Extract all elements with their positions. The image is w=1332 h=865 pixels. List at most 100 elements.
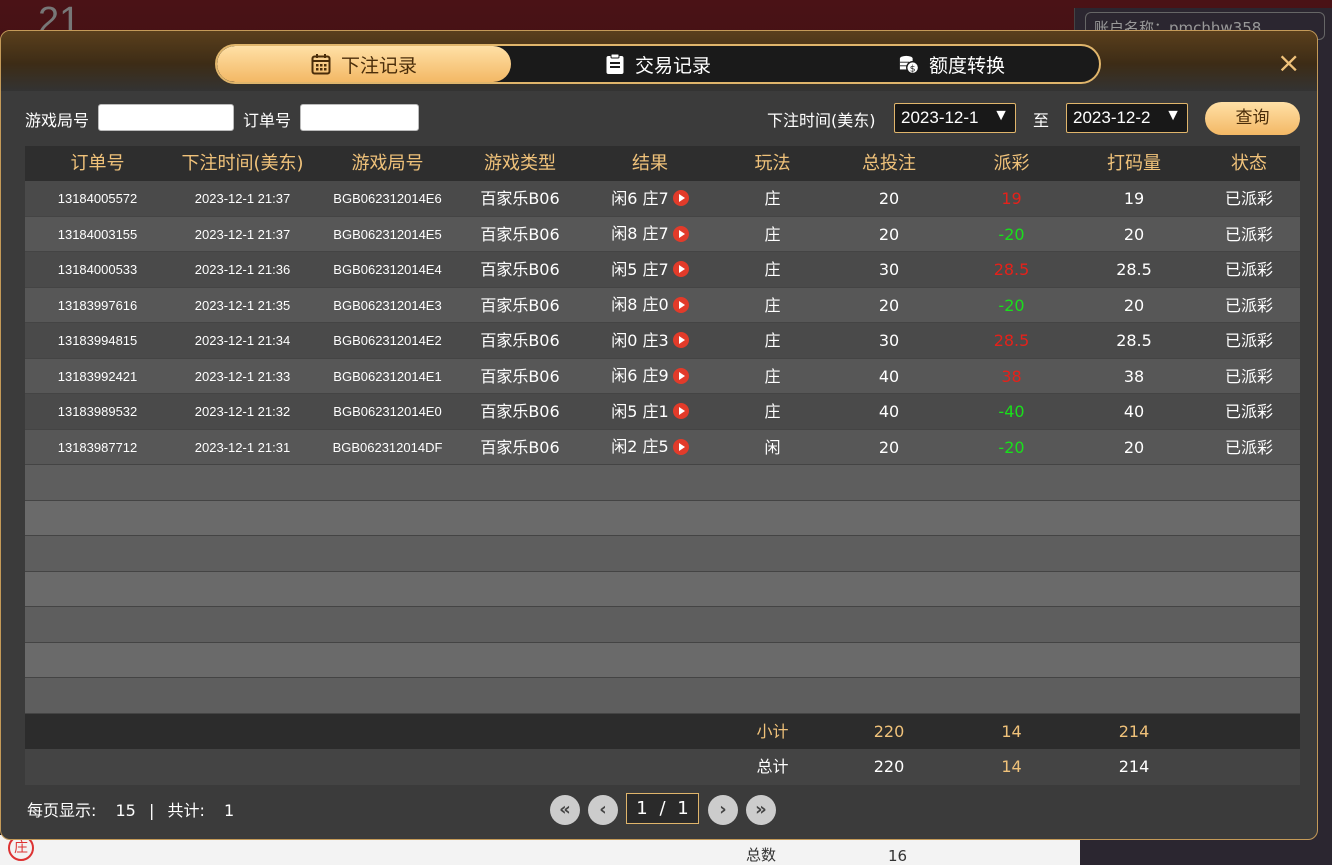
cell-time: 2023-12-1 21:37 xyxy=(194,191,291,206)
cell-status: 已派彩 xyxy=(1224,331,1273,350)
play-replay-icon[interactable] xyxy=(672,225,689,242)
cell-result[interactable]: 闲6 庄9 xyxy=(580,359,720,394)
result-text: 闲5 庄7 xyxy=(611,259,669,279)
cell-play: 庄 xyxy=(764,366,781,386)
empty-table-row xyxy=(25,465,1300,501)
prev-page-button[interactable]: ‹ xyxy=(588,795,618,825)
cell-game: 百家乐B06 xyxy=(480,366,560,386)
cell-game: 百家乐B06 xyxy=(480,295,560,315)
table-row: 13184000533 2023-12-1 21:36 BGB062312014E4… xyxy=(25,252,1300,288)
cell-result[interactable]: 闲5 庄7 xyxy=(580,252,720,287)
tab-credit-transfer[interactable]: $ 额度转换 xyxy=(805,46,1099,82)
tab-label: 下注记录 xyxy=(340,54,417,77)
first-page-button[interactable]: « xyxy=(550,795,580,825)
query-button[interactable]: 查询 xyxy=(1205,102,1300,135)
cell-payout: -20 xyxy=(998,437,1025,457)
cell-order: 13183987712 xyxy=(57,439,138,455)
play-replay-icon[interactable] xyxy=(672,367,689,384)
cell-turnover: 20 xyxy=(1123,224,1145,244)
round-number-input[interactable] xyxy=(98,104,234,131)
tab-bet-records[interactable]: 下注记录 xyxy=(217,46,511,82)
total-pages: 1 xyxy=(677,798,689,819)
cell-order: 13184000533 xyxy=(57,262,138,277)
cell-time: 2023-12-1 21:37 xyxy=(194,226,291,242)
bet-records-table: 订单号 下注时间(美东) 游戏局号 游戏类型 结果 玩法 总投注 派彩 打码量 … xyxy=(25,146,1300,785)
cell-bet: 30 xyxy=(878,260,900,279)
total-payout: 14 xyxy=(1001,757,1022,776)
cell-game: 百家乐B06 xyxy=(480,189,560,208)
separator: | xyxy=(148,801,155,820)
table-row: 13183992421 2023-12-1 21:33 BGB062312014E1… xyxy=(25,358,1300,394)
play-replay-icon[interactable] xyxy=(672,190,689,207)
col-header-result: 结果 xyxy=(632,153,668,174)
tab-transaction-records[interactable]: 交易记录 xyxy=(511,46,805,82)
cell-round: BGB062312014E6 xyxy=(333,191,442,206)
cell-result[interactable]: 闲6 庄7 xyxy=(580,181,720,216)
table-body: 13184005572 2023-12-1 21:37 BGB062312014E6… xyxy=(25,181,1300,714)
cell-game: 百家乐B06 xyxy=(480,260,560,279)
cell-result[interactable]: 闲0 庄3 xyxy=(580,323,720,358)
empty-table-row xyxy=(25,642,1300,678)
date-to-select[interactable]: 2023-12-2 ▼ xyxy=(1066,103,1188,133)
play-replay-icon[interactable] xyxy=(672,403,689,420)
empty-table-row xyxy=(25,500,1300,536)
cell-order: 13184005572 xyxy=(57,191,138,206)
per-page-label: 每页显示: xyxy=(27,801,97,820)
cell-round: BGB062312014DF xyxy=(332,439,443,455)
play-replay-icon[interactable] xyxy=(672,261,689,278)
cell-bet: 20 xyxy=(878,224,900,244)
table-row: 13183994815 2023-12-1 21:34 BGB062312014E2… xyxy=(25,323,1300,359)
order-number-input[interactable] xyxy=(300,104,419,131)
cell-game: 百家乐B06 xyxy=(480,224,560,244)
cell-payout: -20 xyxy=(998,295,1025,315)
subtotal-payout: 14 xyxy=(1001,721,1022,741)
cell-bet: 40 xyxy=(878,402,900,421)
col-header-play: 玩法 xyxy=(754,153,791,174)
close-button[interactable]: × xyxy=(1277,49,1300,77)
result-text: 闲8 庄7 xyxy=(611,224,669,244)
cell-order: 13184003155 xyxy=(57,226,138,242)
subtotal-label: 小计 xyxy=(756,721,789,741)
cell-play: 庄 xyxy=(764,224,781,244)
date-from-value: 2023-12-1 xyxy=(901,108,979,127)
cell-time: 2023-12-1 21:33 xyxy=(194,368,291,384)
date-from-select[interactable]: 2023-12-1 ▼ xyxy=(894,103,1016,133)
total-row: 总计 220 14 214 xyxy=(25,749,1300,785)
cell-result[interactable]: 闲8 庄0 xyxy=(580,288,720,323)
cell-result[interactable]: 闲5 庄1 xyxy=(580,394,720,429)
cell-status: 已派彩 xyxy=(1224,224,1273,244)
play-replay-icon[interactable] xyxy=(672,296,689,313)
cell-bet: 20 xyxy=(878,295,900,315)
cell-turnover: 40 xyxy=(1123,402,1145,421)
cell-status: 已派彩 xyxy=(1224,189,1273,208)
cell-play: 闲 xyxy=(764,437,781,457)
cell-payout: 28.5 xyxy=(993,260,1030,279)
play-replay-icon[interactable] xyxy=(672,438,689,455)
page-info: 每页显示: 15 | 共计: 1 xyxy=(27,797,234,821)
result-text: 闲8 庄0 xyxy=(611,295,669,315)
last-page-button[interactable]: » xyxy=(746,795,776,825)
play-replay-icon[interactable] xyxy=(672,332,689,349)
tab-bar: 下注记录 交易记录 $ 额度转换 xyxy=(215,44,1101,84)
cell-result[interactable]: 闲8 庄7 xyxy=(580,217,720,252)
current-page: 1 xyxy=(636,798,648,819)
cell-result[interactable]: 闲2 庄5 xyxy=(580,430,720,465)
tab-label: 交易记录 xyxy=(634,54,711,77)
cell-round: BGB062312014E3 xyxy=(333,297,442,313)
cell-round: BGB062312014E1 xyxy=(333,368,442,384)
cell-game: 百家乐B06 xyxy=(480,437,560,457)
cell-bet: 20 xyxy=(878,437,900,457)
cell-time: 2023-12-1 21:32 xyxy=(194,404,291,419)
cell-time: 2023-12-1 21:34 xyxy=(194,333,291,348)
result-text: 闲2 庄5 xyxy=(611,437,669,457)
next-page-button[interactable]: › xyxy=(708,795,738,825)
chevron-down-icon: ▼ xyxy=(993,107,1009,124)
col-header-game: 游戏类型 xyxy=(484,153,556,174)
empty-table-row xyxy=(25,571,1300,607)
per-page-value: 15 xyxy=(115,801,136,820)
page-indicator[interactable]: 1 / 1 xyxy=(626,793,699,824)
tab-label: 额度转换 xyxy=(928,54,1005,77)
cell-payout: 19 xyxy=(1001,189,1022,208)
cell-status: 已派彩 xyxy=(1224,295,1273,315)
cell-round: BGB062312014E5 xyxy=(333,226,442,242)
